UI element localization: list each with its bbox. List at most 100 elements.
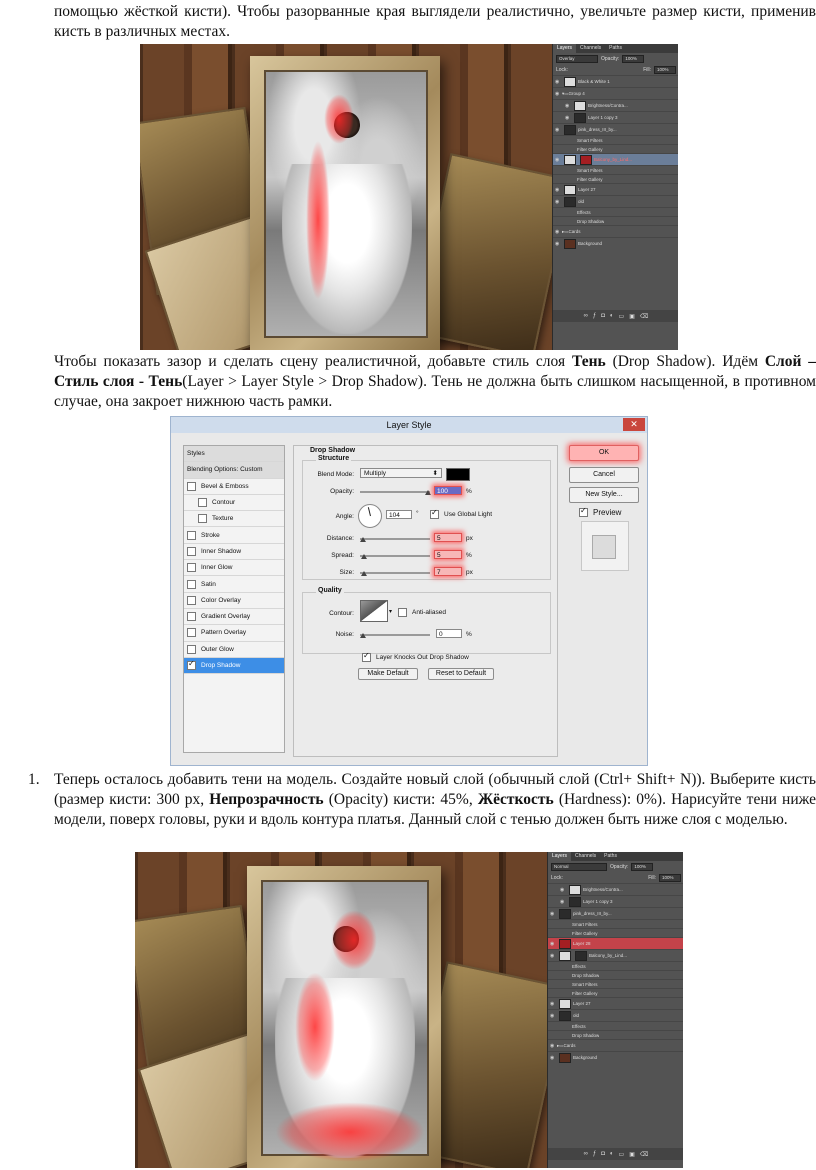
blending-options[interactable]: Blending Options: Custom	[184, 462, 284, 479]
eye-icon[interactable]: ◉	[565, 115, 572, 121]
checkbox-checked[interactable]	[187, 659, 196, 670]
style-color-overlay[interactable]: Color Overlay	[184, 593, 284, 609]
checkbox[interactable]	[187, 595, 196, 605]
layer-row[interactable]: ◉ Background	[548, 1051, 683, 1063]
size-field[interactable]: 7	[434, 567, 462, 576]
style-contour[interactable]: Contour	[184, 495, 284, 512]
contour-preview[interactable]	[360, 600, 388, 622]
reset-to-default-button[interactable]: Reset to Default	[428, 668, 494, 680]
style-bevel-emboss[interactable]: Bevel & Emboss	[184, 479, 284, 495]
layer-sub-row[interactable]: Filter Gallery	[553, 144, 678, 153]
shadow-color-swatch[interactable]	[446, 468, 470, 481]
mask-icon[interactable]: ◘	[601, 1151, 605, 1157]
layer-row[interactable]: ◉ ▾▭ Group 4	[553, 87, 678, 99]
tab-paths[interactable]: Paths	[605, 44, 626, 53]
eye-icon[interactable]: ◉	[555, 229, 562, 235]
preview-checkbox[interactable]: Preview	[579, 506, 621, 517]
style-drop-shadow[interactable]: Drop Shadow	[184, 657, 284, 675]
eye-icon[interactable]: ◉	[550, 1055, 557, 1061]
adjustment-icon[interactable]: ◐	[610, 1151, 614, 1157]
noise-slider-handle[interactable]	[360, 633, 366, 638]
eye-icon[interactable]: ◉	[560, 887, 567, 893]
new-layer-icon[interactable]: ▣	[629, 313, 635, 320]
new-style-button[interactable]: New Style...	[569, 487, 639, 503]
distance-slider-handle[interactable]	[360, 537, 366, 542]
spread-slider[interactable]	[360, 555, 430, 557]
link-icon[interactable]: ∞	[584, 313, 588, 319]
layer-sub-row[interactable]: Smart Filters	[553, 135, 678, 144]
checkbox[interactable]	[198, 498, 207, 508]
eye-icon[interactable]: ◉	[550, 941, 557, 947]
eye-icon[interactable]: ◉	[555, 187, 562, 193]
distance-field[interactable]: 5	[434, 533, 462, 542]
layer-row-selected[interactable]: ◉ Balcony_by_Lind...	[553, 153, 678, 165]
chevron-down-icon[interactable]: ▾	[389, 608, 392, 615]
style-gradient-overlay[interactable]: Gradient Overlay	[184, 609, 284, 626]
trash-icon[interactable]: ⌫	[640, 313, 648, 320]
layer-row[interactable]: ◉ Balcony_by_Lind...	[548, 949, 683, 961]
opacity-slider-handle[interactable]	[425, 490, 431, 495]
checkbox[interactable]	[187, 546, 196, 556]
checkbox[interactable]	[187, 579, 196, 589]
layer-sub-row[interactable]: Drop Shadow	[548, 970, 683, 979]
layer-row-selected[interactable]: ◉ Layer 28	[548, 937, 683, 949]
layer-row[interactable]: ◉ Layer 1 copy 3	[553, 111, 678, 123]
eye-icon[interactable]: ◉	[550, 1043, 557, 1049]
eye-icon[interactable]: ◉	[555, 199, 562, 205]
layer-row[interactable]: ◉ Black & White 1	[553, 75, 678, 87]
folder-icon[interactable]: ▭	[619, 313, 625, 320]
tab-paths[interactable]: Paths	[600, 852, 621, 861]
eye-icon[interactable]: ◉	[555, 91, 562, 97]
close-icon[interactable]: ✕	[623, 418, 645, 431]
checkbox[interactable]	[187, 481, 196, 491]
eye-icon[interactable]: ◉	[560, 899, 567, 905]
trash-icon[interactable]: ⌫	[640, 1151, 648, 1158]
checkbox[interactable]	[187, 563, 196, 573]
eye-icon[interactable]: ◉	[555, 79, 562, 85]
layer-sub-row[interactable]: Filter Gallery	[548, 928, 683, 937]
layer-row[interactable]: ◉ old	[548, 1009, 683, 1021]
layer-row[interactable]: ◉ ▸▭ Cards	[548, 1039, 683, 1051]
checkbox[interactable]	[187, 612, 196, 622]
layer-knocks-out[interactable]: Layer Knocks Out Drop Shadow	[362, 651, 469, 662]
opacity-field[interactable]: 100%	[631, 862, 654, 871]
opacity-slider[interactable]	[360, 491, 430, 493]
fill-field[interactable]: 100%	[659, 873, 681, 882]
checkbox[interactable]	[398, 608, 407, 617]
opacity-field[interactable]: 100	[434, 486, 462, 495]
style-inner-glow[interactable]: Inner Glow	[184, 560, 284, 577]
checkbox[interactable]	[187, 628, 196, 638]
layer-row[interactable]: ◉ pink_dress_III_by...	[548, 907, 683, 919]
style-inner-shadow[interactable]: Inner Shadow	[184, 544, 284, 561]
checkbox-checked[interactable]	[579, 506, 588, 517]
size-slider-handle[interactable]	[361, 571, 367, 576]
folder-icon[interactable]: ▭	[619, 1151, 625, 1158]
layer-sub-row[interactable]: Effects	[553, 207, 678, 216]
opacity-field[interactable]: 100%	[622, 54, 645, 63]
anti-aliased[interactable]: Anti-aliased	[398, 608, 446, 617]
layer-row[interactable]: ◉ Background	[553, 237, 678, 249]
blend-mode-select[interactable]: Normal	[551, 862, 607, 871]
eye-icon[interactable]: ◉	[555, 241, 562, 247]
tab-channels[interactable]: Channels	[571, 852, 600, 861]
eye-icon[interactable]: ◉	[555, 127, 562, 133]
checkbox-checked[interactable]	[430, 508, 439, 519]
make-default-button[interactable]: Make Default	[358, 668, 418, 680]
layer-row[interactable]: ◉ Brightness/Contra...	[548, 883, 683, 895]
fx-icon[interactable]: ƒ	[593, 1151, 596, 1157]
layer-row[interactable]: ◉ old	[553, 195, 678, 207]
fill-field[interactable]: 100%	[654, 65, 676, 74]
layer-sub-row[interactable]: Smart Filters	[548, 919, 683, 928]
link-icon[interactable]: ∞	[584, 1151, 588, 1157]
layer-sub-row[interactable]: Filter Gallery	[553, 174, 678, 183]
style-outer-glow[interactable]: Outer Glow	[184, 642, 284, 658]
layer-sub-row[interactable]: Effects	[548, 961, 683, 970]
eye-icon[interactable]: ◉	[565, 103, 572, 109]
styles-header[interactable]: Styles	[184, 446, 284, 463]
adjustment-icon[interactable]: ◐	[610, 313, 614, 319]
new-layer-icon[interactable]: ▣	[629, 1151, 635, 1158]
noise-slider[interactable]	[360, 634, 430, 636]
eye-icon[interactable]: ◉	[550, 911, 557, 917]
layer-sub-row[interactable]: Drop Shadow	[553, 216, 678, 225]
checkbox[interactable]	[187, 644, 196, 654]
